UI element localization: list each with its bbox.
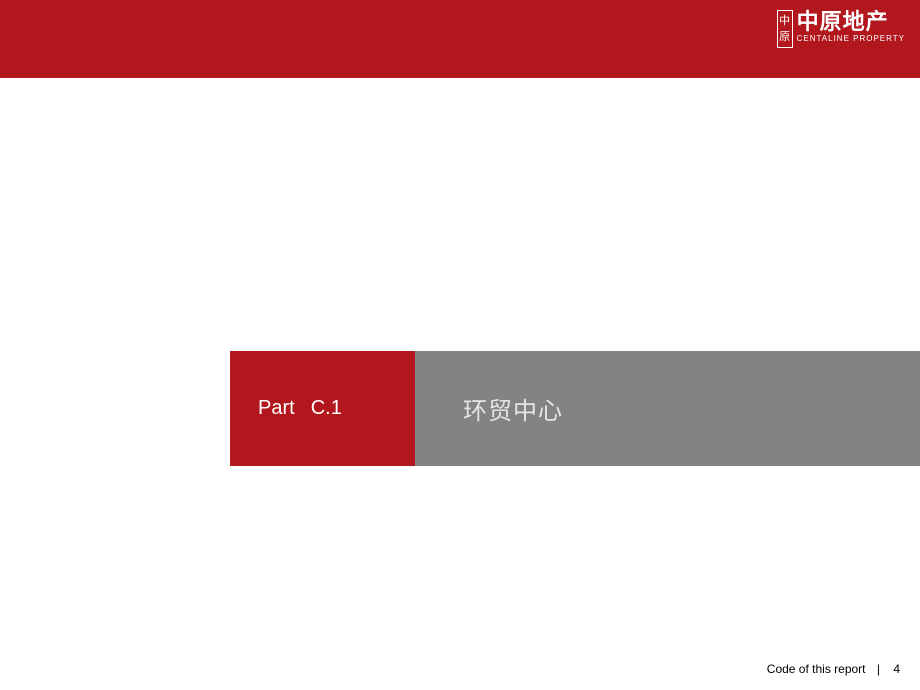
logo-seal-icon: 中原 (777, 10, 793, 48)
section-part-word: Part (258, 397, 295, 419)
section-label-block: Part C.1 (230, 351, 415, 466)
footer: Code of this report 4 (767, 662, 900, 676)
footer-label: Code of this report (767, 662, 866, 676)
section-label: Part C.1 (258, 397, 342, 420)
section-part-number: C.1 (311, 397, 342, 419)
page-number: 4 (893, 662, 900, 676)
logo-english: CENTALINE PROPERTY (797, 34, 905, 44)
section-title: 环贸中心 (463, 391, 563, 426)
footer-separator (869, 662, 890, 676)
logo-text-group: 中原地产 CENTALINE PROPERTY (797, 10, 905, 44)
logo-seal-text: 中原 (778, 13, 792, 45)
logo-chinese: 中原地产 (797, 10, 905, 34)
header-bar: 中原 中原地产 CENTALINE PROPERTY (0, 0, 920, 78)
company-logo: 中原 中原地产 CENTALINE PROPERTY (777, 10, 905, 48)
section-title-block: 环贸中心 (415, 351, 920, 466)
